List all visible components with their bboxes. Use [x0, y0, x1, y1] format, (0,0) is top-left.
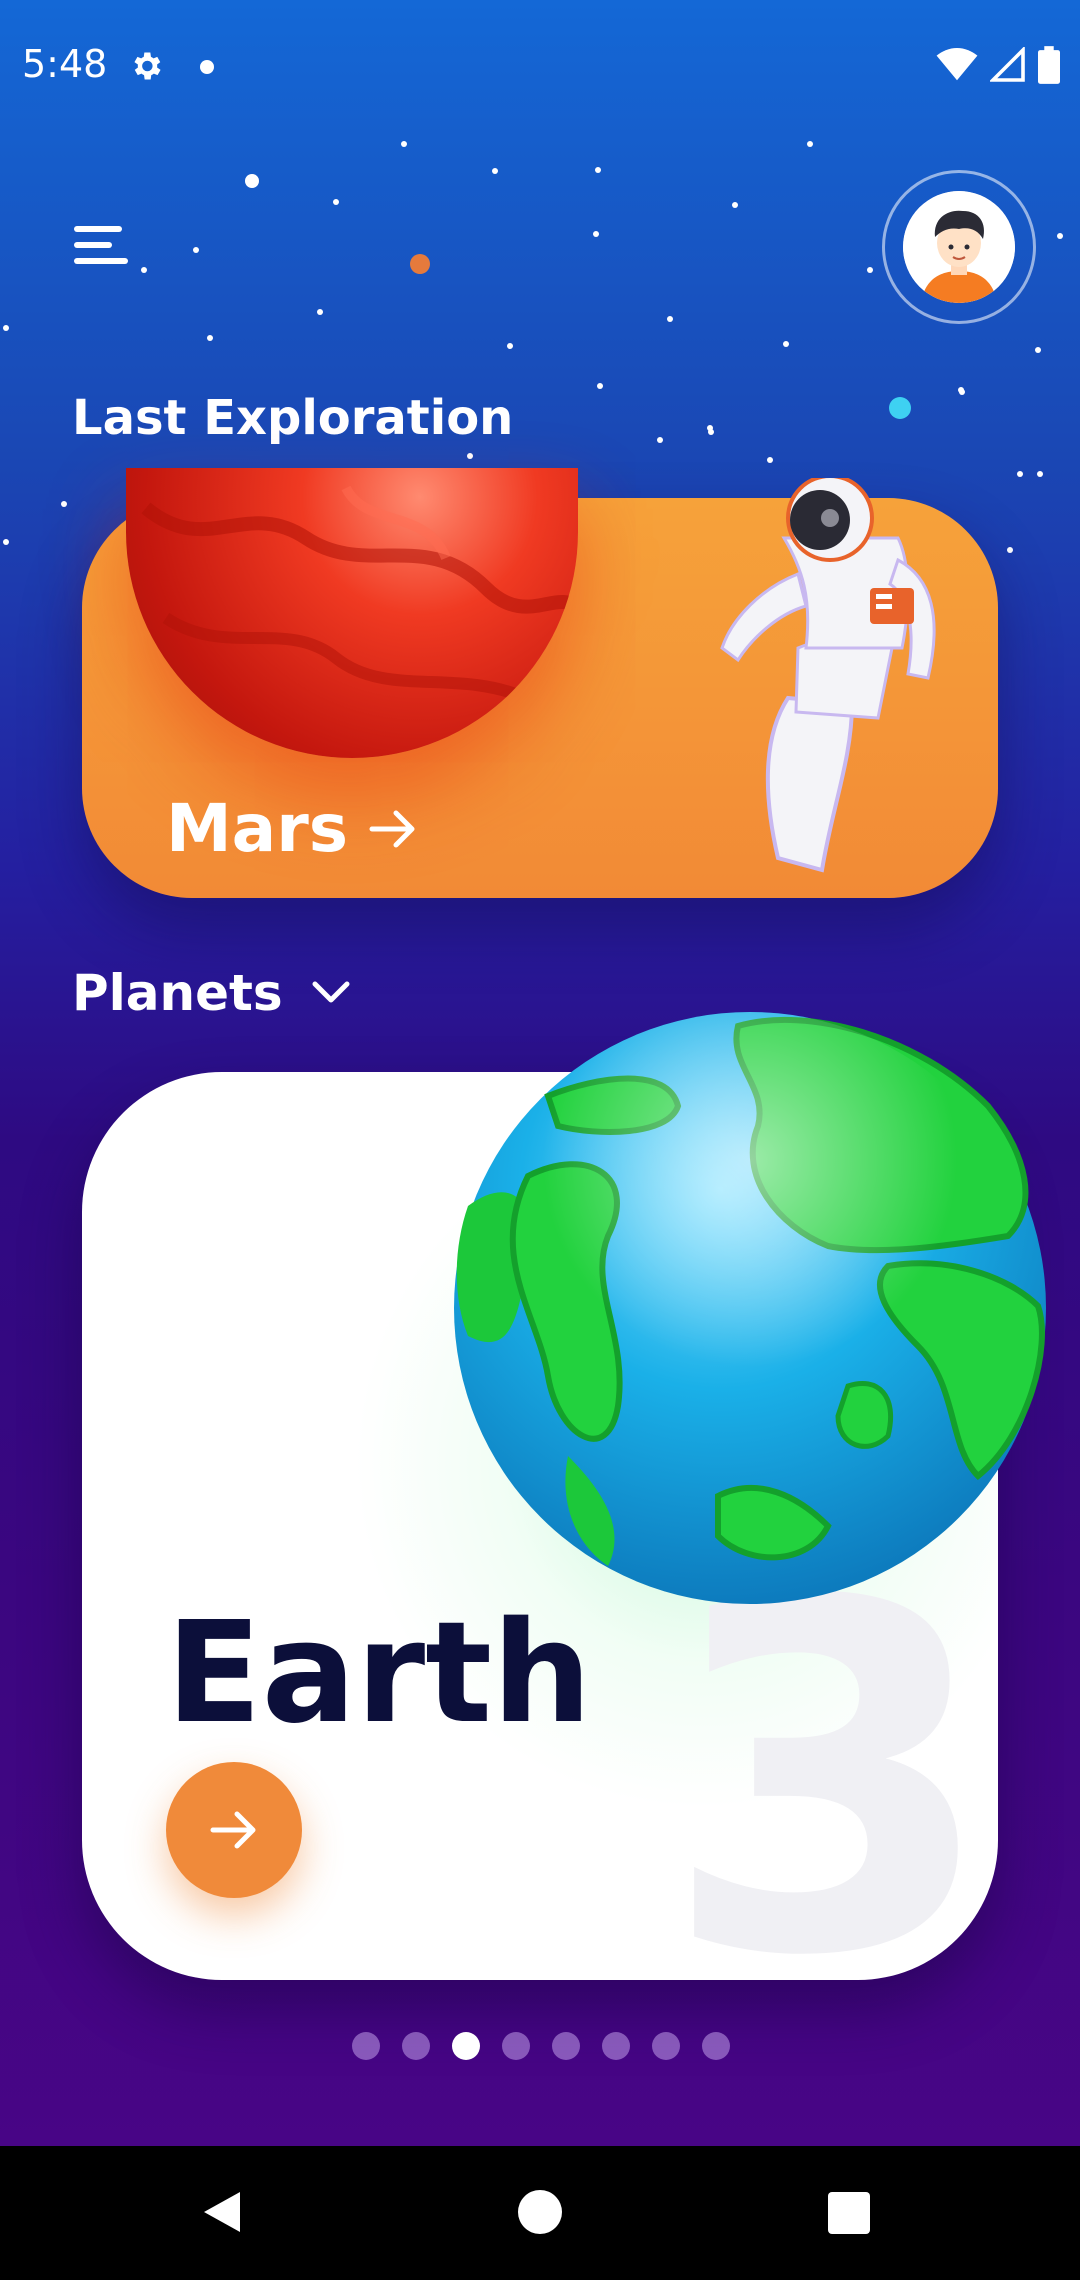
mars-link[interactable]: Mars — [166, 790, 418, 867]
arrow-right-icon — [369, 810, 415, 847]
mars-card[interactable]: Mars — [82, 468, 998, 898]
pager-dot[interactable] — [702, 2032, 730, 2060]
planet-go-button[interactable] — [166, 1762, 302, 1898]
pager-dot[interactable] — [552, 2032, 580, 2060]
planets-dropdown[interactable]: Planets — [72, 964, 351, 1022]
menu-button[interactable] — [74, 226, 128, 270]
menu-line — [74, 242, 112, 248]
avatar-icon — [903, 191, 1015, 303]
pager-dot-active[interactable] — [452, 2032, 480, 2060]
wifi-icon — [936, 48, 978, 81]
chevron-down-icon — [312, 981, 350, 1003]
astronaut-illustration — [720, 478, 936, 873]
planet-name: Earth — [166, 1592, 592, 1755]
planets-title: Planets — [72, 964, 283, 1022]
arrow-right-icon — [210, 1811, 256, 1849]
pager-dot[interactable] — [352, 2032, 380, 2060]
home-icon[interactable] — [518, 2190, 562, 2234]
earth-planet-illustration — [454, 1012, 1046, 1604]
pager-dots — [352, 2032, 730, 2060]
status-time: 5:48 — [22, 42, 108, 86]
pager-dot[interactable] — [402, 2032, 430, 2060]
pager-dot[interactable] — [652, 2032, 680, 2060]
pager-dot[interactable] — [602, 2032, 630, 2060]
user-avatar[interactable] — [882, 170, 1036, 324]
notification-dot-icon — [200, 60, 214, 74]
menu-line — [74, 226, 122, 232]
menu-line — [74, 258, 128, 264]
last-exploration-title: Last Exploration — [72, 390, 514, 446]
settings-icon — [128, 48, 164, 88]
mars-planet-illustration — [126, 468, 578, 758]
back-icon[interactable] — [200, 2188, 244, 2236]
cellular-icon — [990, 47, 1025, 82]
status-icons — [936, 46, 1060, 84]
status-bar: 5:48 — [0, 0, 1080, 130]
battery-icon — [1038, 46, 1060, 84]
pager-dot[interactable] — [502, 2032, 530, 2060]
mars-name: Mars — [166, 790, 349, 867]
recents-icon[interactable] — [828, 2192, 870, 2234]
system-nav-bar — [0, 2146, 1080, 2280]
